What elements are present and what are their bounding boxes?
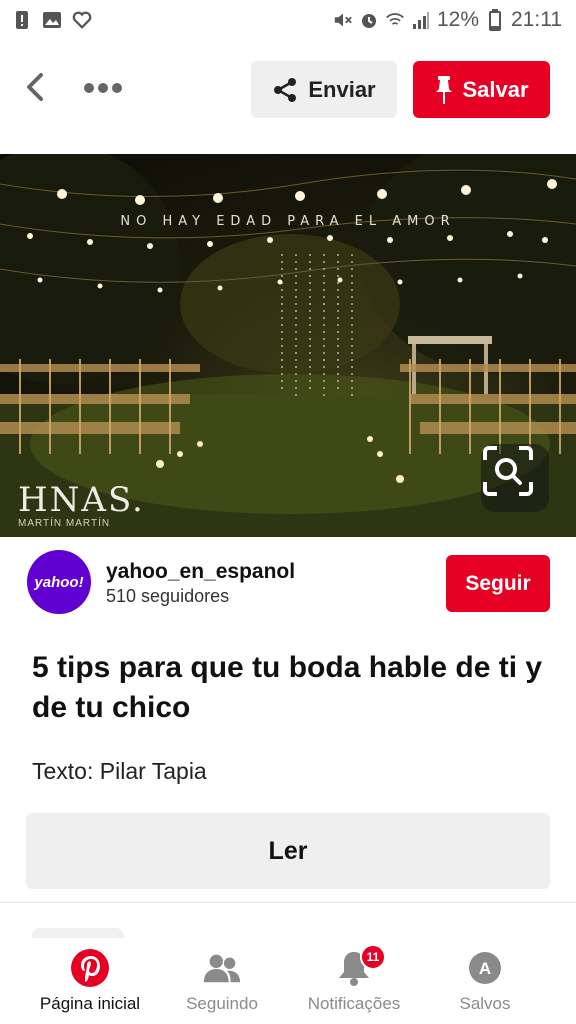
pinterest-icon bbox=[70, 948, 110, 988]
battery-percent: 12% bbox=[436, 8, 479, 31]
image-caption: NO HAY EDAD PARA EL AMOR bbox=[120, 214, 456, 229]
nav-notifications-label: Notificações bbox=[307, 994, 401, 1013]
divider bbox=[0, 902, 576, 903]
avatar[interactable]: yahoo! bbox=[27, 550, 91, 614]
share-icon bbox=[274, 77, 297, 102]
read-button[interactable]: Ler bbox=[26, 813, 550, 889]
save-button[interactable]: Salvar bbox=[413, 61, 550, 118]
nav-following-label: Seguindo bbox=[186, 994, 258, 1013]
more-dots-icon bbox=[84, 83, 94, 93]
pin-image[interactable]: NO HAY EDAD PARA EL AMOR HNAS. MARTÍN MA… bbox=[0, 154, 576, 537]
back-button[interactable] bbox=[18, 70, 52, 104]
bottom-navigation: Página inicial Seguindo Notificações A S… bbox=[0, 938, 576, 1024]
status-bar: 12% 21:11 bbox=[0, 0, 576, 40]
image-watermark: HNAS. bbox=[18, 480, 145, 520]
send-button[interactable]: Enviar bbox=[251, 61, 397, 118]
image-icon bbox=[42, 10, 62, 30]
alert-icon bbox=[12, 10, 32, 30]
clock: 21:11 bbox=[511, 8, 562, 31]
nav-following[interactable]: Seguindo bbox=[152, 938, 292, 1024]
heart-outline-icon bbox=[72, 10, 92, 30]
pin-toolbar: Enviar Salvar bbox=[0, 56, 576, 120]
people-icon bbox=[202, 948, 242, 988]
follower-count: 510 seguidores bbox=[106, 586, 230, 606]
send-label: Enviar bbox=[308, 76, 376, 102]
wifi-icon bbox=[385, 10, 405, 30]
nav-saved[interactable]: A Salvos bbox=[415, 938, 555, 1024]
signal-icon bbox=[411, 10, 431, 30]
pin-description: Texto: Pilar Tapia bbox=[32, 758, 207, 784]
battery-icon bbox=[485, 9, 505, 31]
svg-text:A: A bbox=[479, 959, 491, 978]
mute-icon bbox=[333, 10, 353, 30]
notification-badge: 11 bbox=[360, 944, 386, 970]
follow-button[interactable]: Seguir bbox=[446, 555, 550, 612]
nav-saved-label: Salvos bbox=[459, 994, 511, 1013]
nav-notifications[interactable]: Notificações bbox=[284, 938, 424, 1024]
profile-initial-icon: A bbox=[465, 948, 505, 988]
chevron-left-icon bbox=[27, 73, 43, 101]
pin-icon bbox=[436, 75, 453, 104]
nav-home-label: Página inicial bbox=[39, 994, 141, 1013]
alarm-icon bbox=[359, 10, 379, 30]
more-options-button[interactable] bbox=[80, 74, 126, 102]
author-name[interactable]: yahoo_en_espanol bbox=[106, 560, 295, 584]
avatar-text: yahoo! bbox=[34, 573, 84, 591]
nav-home[interactable]: Página inicial bbox=[20, 938, 160, 1024]
visual-search-button[interactable] bbox=[481, 444, 549, 512]
save-label: Salvar bbox=[462, 76, 529, 102]
pin-title: 5 tips para que tu boda hable de ti y de… bbox=[32, 651, 543, 724]
pin-author: yahoo! yahoo_en_espanol 510 seguidores S… bbox=[0, 546, 576, 626]
related-pin-card[interactable] bbox=[32, 928, 124, 938]
image-watermark-sub: MARTÍN MARTÍN bbox=[18, 518, 111, 529]
visual-search-icon bbox=[483, 446, 533, 496]
